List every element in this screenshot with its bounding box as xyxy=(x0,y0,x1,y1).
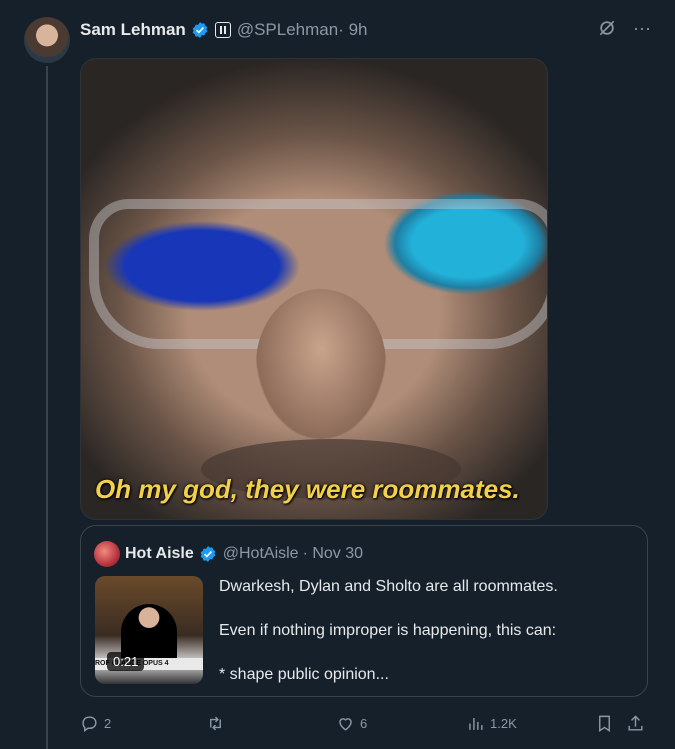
media-caption: Oh my god, they were roommates. xyxy=(95,474,520,504)
retweet-icon xyxy=(210,716,221,730)
like-count: 6 xyxy=(360,715,368,731)
like-button[interactable]: 6 xyxy=(336,714,367,733)
quoted-tweet[interactable]: Hot Aisle @HotAisle · Nov 30 ROF CLAUDE … xyxy=(80,525,648,697)
thread-line xyxy=(46,66,48,749)
heart-icon xyxy=(339,717,352,731)
author-name[interactable]: Sam Lehman xyxy=(80,20,186,40)
video-duration: 0:21 xyxy=(107,652,145,671)
more-options-icon[interactable]: ··· xyxy=(633,19,651,37)
share-icon xyxy=(628,714,643,731)
tweet-header: Sam Lehman @SPLehman · 9h ··· xyxy=(80,18,651,42)
quoted-tweet-header: Hot Aisle @HotAisle · Nov 30 xyxy=(94,541,363,567)
reply-button[interactable]: 2 xyxy=(80,714,111,733)
views-button[interactable]: 1.2K xyxy=(466,714,517,733)
retweet-button[interactable] xyxy=(206,714,230,733)
bookmark-icon xyxy=(599,715,610,732)
quoted-author-avatar xyxy=(94,541,120,567)
author-avatar[interactable] xyxy=(24,17,70,63)
verified-badge-icon xyxy=(200,546,216,562)
view-count: 1.2K xyxy=(490,715,517,731)
quoted-tweet-time: · Nov 30 xyxy=(302,545,364,562)
analytics-icon xyxy=(469,717,483,730)
reply-count: 2 xyxy=(104,715,112,731)
tweet-actions: 2 6 1.2K xyxy=(80,710,650,736)
quoted-tweet-text: Dwarkesh, Dylan and Sholto are all roomm… xyxy=(219,576,629,708)
quoted-author-name: Hot Aisle xyxy=(125,545,194,562)
verified-badge-icon xyxy=(192,22,208,38)
share-button[interactable] xyxy=(626,714,645,733)
face-shape xyxy=(256,289,386,439)
bookmark-button[interactable] xyxy=(595,714,614,733)
tweet-time[interactable]: · 9h xyxy=(338,20,367,40)
quoted-video-thumbnail[interactable]: ROF CLAUDE OPUS 4 0:21 xyxy=(95,576,203,684)
quoted-text-line: Even if nothing improper is happening, t… xyxy=(219,622,557,639)
reply-icon xyxy=(82,715,97,732)
quoted-author-handle: @HotAisle xyxy=(222,545,299,562)
affiliation-icon[interactable] xyxy=(214,22,231,38)
quoted-text-line: Dwarkesh, Dylan and Sholto are all roomm… xyxy=(219,578,558,595)
quoted-text-line: * shape public opinion... xyxy=(219,666,389,683)
tweet-media-image[interactable]: Oh my god, they were roommates. xyxy=(80,58,548,520)
grok-icon[interactable] xyxy=(597,18,617,38)
author-handle[interactable]: @SPLehman xyxy=(237,20,338,40)
